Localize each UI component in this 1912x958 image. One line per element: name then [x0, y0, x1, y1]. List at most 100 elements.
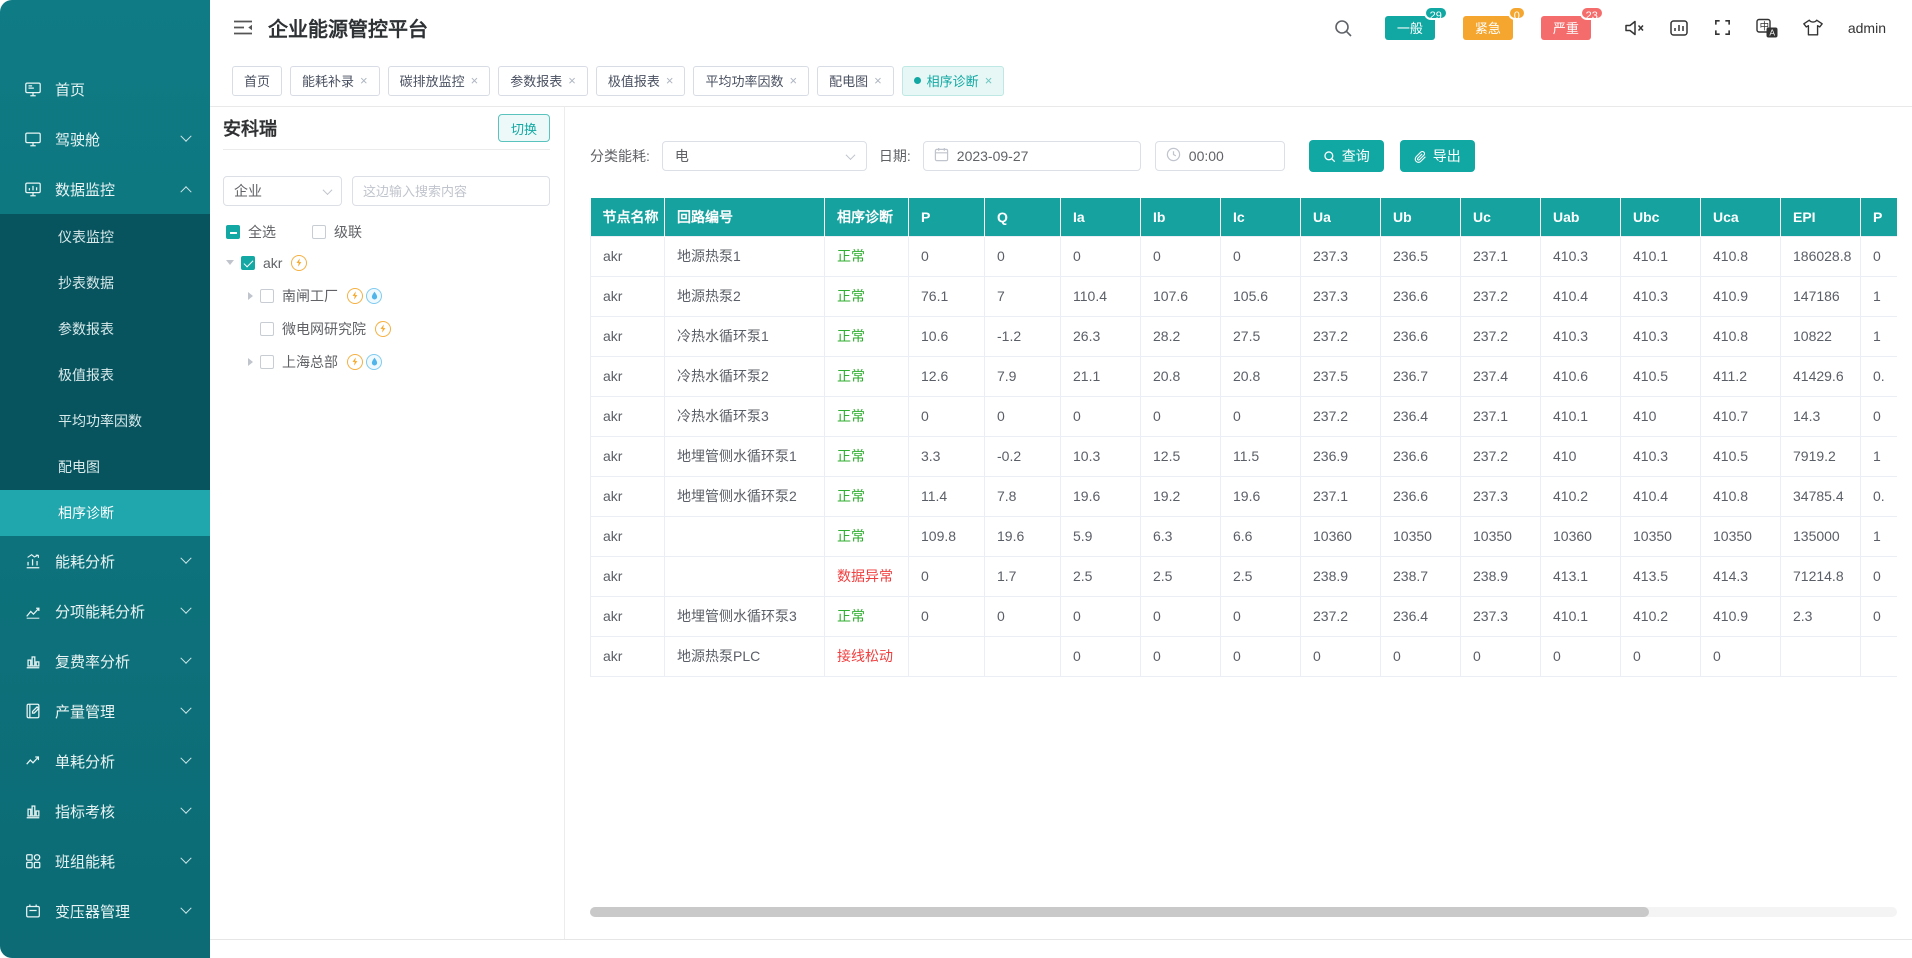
cell-value: 0: [1061, 596, 1141, 636]
tree-search-input[interactable]: [352, 176, 550, 206]
tree-node-checkbox[interactable]: [260, 289, 274, 303]
node-type-select[interactable]: 企业: [223, 176, 342, 206]
cell-value: 0: [1701, 636, 1781, 676]
tab-close-icon[interactable]: ×: [666, 74, 674, 87]
switch-button[interactable]: 切换: [498, 114, 550, 142]
cell-value: 410.3: [1621, 276, 1701, 316]
cell-value: 6.3: [1141, 516, 1221, 556]
alarm-button-严重[interactable]: 严重23: [1541, 16, 1591, 40]
alarm-button-紧急[interactable]: 紧急0: [1463, 16, 1513, 40]
cell-value: 3.3: [909, 436, 985, 476]
cell-circuit: 地源热泵1: [665, 236, 825, 276]
time-input[interactable]: 00:00: [1155, 141, 1285, 171]
sidebar-item-首页[interactable]: 首页: [0, 64, 210, 114]
tab-close-icon[interactable]: ×: [568, 74, 576, 87]
cell-value: 11.5: [1221, 436, 1301, 476]
export-button[interactable]: 导出: [1400, 140, 1475, 172]
fullscreen-icon[interactable]: [1713, 18, 1732, 37]
caret-icon[interactable]: [248, 358, 253, 366]
cell-value: 410.3: [1621, 436, 1701, 476]
select-all-checkbox[interactable]: [226, 225, 240, 239]
tab-参数报表[interactable]: 参数报表 ×: [498, 66, 588, 96]
caret-icon[interactable]: [248, 292, 253, 300]
column-header-Uc: Uc: [1461, 198, 1541, 236]
mute-icon[interactable]: [1623, 18, 1645, 38]
sidebar-item-驾驶舱[interactable]: 驾驶舱: [0, 114, 210, 164]
sidebar-fold-icon[interactable]: [232, 18, 254, 37]
cascade-checkbox[interactable]: [312, 225, 326, 239]
sidebar-subitem-参数报表[interactable]: 参数报表: [0, 306, 210, 352]
cell-value: 0: [1061, 236, 1141, 276]
language-icon[interactable]: 中A: [1756, 18, 1778, 38]
horizontal-scrollbar-track[interactable]: [590, 907, 1897, 917]
sidebar-item-能耗分析[interactable]: 能耗分析: [0, 536, 210, 586]
page-title: 企业能源管控平台: [268, 13, 428, 42]
cell-circuit: [665, 556, 825, 596]
tab-配电图[interactable]: 配电图×: [817, 66, 894, 96]
tab-close-icon[interactable]: ×: [471, 74, 479, 87]
tree-node-checkbox[interactable]: [260, 355, 274, 369]
cell-value: 410.3: [1621, 316, 1701, 356]
tab-极值报表[interactable]: 极值报表×: [596, 66, 686, 96]
tree-node-checkbox[interactable]: [260, 322, 274, 336]
sidebar-item-指标考核[interactable]: 指标考核: [0, 786, 210, 836]
sidebar-subitem-相序诊断[interactable]: 相序诊断: [0, 490, 210, 536]
sidebar-item-数据监控[interactable]: 数据监控: [0, 164, 210, 214]
category-select[interactable]: 电: [662, 141, 867, 171]
tab-相序诊断[interactable]: 相序诊断×: [902, 66, 1005, 96]
sidebar-item-班组能耗[interactable]: 班组能耗: [0, 836, 210, 886]
cell-value: 0: [985, 236, 1061, 276]
sidebar-subitem-抄表数据[interactable]: 抄表数据: [0, 260, 210, 306]
sidebar-subitem-平均功率因数[interactable]: 平均功率因数: [0, 398, 210, 444]
tree-node-akr[interactable]: akr: [226, 246, 564, 279]
user-name[interactable]: admin: [1848, 20, 1886, 36]
sidebar-item-分项能耗分析[interactable]: 分项能耗分析: [0, 586, 210, 636]
sidebar-item-单耗分析[interactable]: 单耗分析: [0, 736, 210, 786]
date-input[interactable]: 2023-09-27: [923, 141, 1141, 171]
query-button[interactable]: 查询: [1309, 140, 1384, 172]
cell-node: akr: [591, 356, 665, 396]
sidebar-item-产量管理[interactable]: 产量管理: [0, 686, 210, 736]
sidebar-item-变压器管理[interactable]: 变压器管理: [0, 886, 210, 936]
chevron-down-icon: [180, 131, 191, 142]
tab-close-icon[interactable]: ×: [985, 74, 993, 87]
table-row: akr正常109.819.65.96.36.610360103501035010…: [591, 516, 1898, 556]
caret-icon[interactable]: [226, 260, 234, 265]
cell-value: 5.9: [1061, 516, 1141, 556]
tree-panel-header: 安科瑞 切换: [223, 107, 550, 150]
tree-node-南闸工厂[interactable]: 南闸工厂: [248, 279, 564, 312]
cell-value: 0: [1141, 236, 1221, 276]
sidebar-item-复费率分析[interactable]: 复费率分析: [0, 636, 210, 686]
tab-label: 参数报表: [510, 71, 562, 90]
tree-node-上海总部[interactable]: 上海总部: [248, 345, 564, 378]
tab-close-icon[interactable]: ×: [874, 74, 882, 87]
cell-value: 237.2: [1301, 396, 1381, 436]
cell-value: [985, 636, 1061, 676]
sidebar-subitem-配电图[interactable]: 配电图: [0, 444, 210, 490]
tab-label: 平均功率因数: [705, 71, 783, 90]
tab-close-icon[interactable]: ×: [360, 74, 368, 87]
cell-value: 414.3: [1701, 556, 1781, 596]
kpi-icon: [24, 802, 42, 820]
tab-能耗补录[interactable]: 能耗补录×: [290, 66, 380, 96]
tab-close-icon[interactable]: ×: [789, 74, 797, 87]
cell-value: 0: [1381, 636, 1461, 676]
search-icon[interactable]: [1333, 18, 1353, 38]
table-row: akr冷热水循环泵3正常00000237.2236.4237.1410.1410…: [591, 396, 1898, 436]
cell-value: 135000: [1781, 516, 1861, 556]
theme-icon[interactable]: [1802, 18, 1824, 37]
cell-value: 14.3: [1781, 396, 1861, 436]
tab-首页[interactable]: 首页: [232, 66, 282, 96]
sidebar-item-label: 能耗分析: [55, 551, 115, 572]
cell-node: akr: [591, 236, 665, 276]
alarm-button-一般[interactable]: 一般29: [1385, 16, 1435, 40]
horizontal-scrollbar-thumb[interactable]: [590, 907, 1649, 917]
sidebar-subitem-极值报表[interactable]: 极值报表: [0, 352, 210, 398]
tab-平均功率因数[interactable]: 平均功率因数 ×: [693, 66, 809, 96]
screen-icon[interactable]: [1669, 18, 1689, 38]
tab-碳排放监控[interactable]: 碳排放监控×: [388, 66, 491, 96]
cell-value: 410.3: [1541, 316, 1621, 356]
tree-node-微电网研究院[interactable]: 微电网研究院: [248, 312, 564, 345]
sidebar-subitem-仪表监控[interactable]: 仪表监控: [0, 214, 210, 260]
tree-node-checkbox[interactable]: [241, 256, 255, 270]
